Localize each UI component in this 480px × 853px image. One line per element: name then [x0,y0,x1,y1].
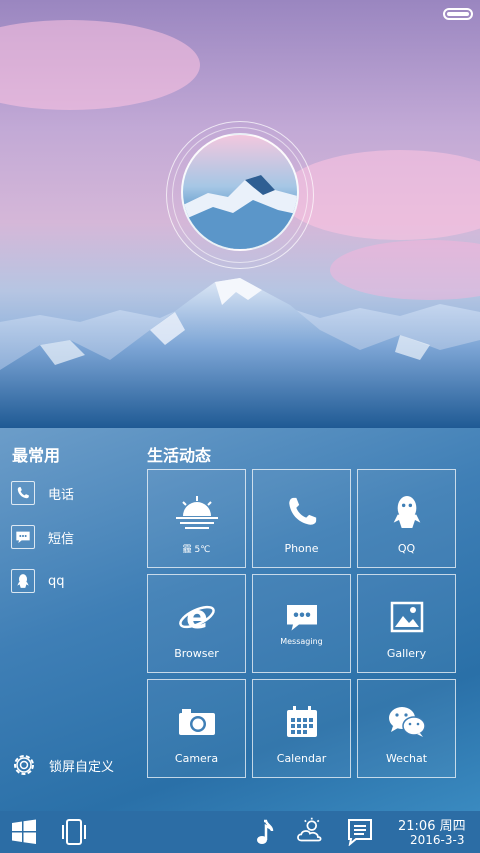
wechat-icon [358,700,455,744]
favorite-sms[interactable]: 短信 [11,525,74,549]
gear-icon [14,755,34,775]
tile-label: 霾 5℃ [182,545,211,555]
weather-sunrise-icon [148,490,245,534]
qq-icon [11,569,35,593]
battery-full-icon [443,8,473,20]
camera-icon [148,700,245,744]
messaging-icon [253,595,350,639]
windows-icon[interactable] [10,818,38,846]
lockscreen-settings-button[interactable]: 锁屏自定义 [10,751,114,779]
notes-icon[interactable] [346,818,374,846]
favorite-label: 短信 [48,531,75,547]
tile-wechat[interactable]: Wechat [357,679,456,778]
favorite-label: qq [48,573,65,589]
tile-calendar[interactable]: Calendar [252,679,351,778]
browser-icon: e [148,595,245,639]
tile-camera[interactable]: Camera [147,679,246,778]
settings-label: 锁屏自定义 [49,759,115,775]
wallpaper-area [0,0,480,428]
tile-gallery[interactable]: Gallery [357,574,456,673]
tile-browser[interactable]: e Browser [147,574,246,673]
clock-date: 2016-3-3 [410,833,465,847]
phone-icon [253,490,350,534]
tile-weather[interactable]: 霾 5℃ [147,469,246,568]
phone-frame-icon[interactable] [60,818,88,846]
mountain-avatar [183,175,297,249]
tile-label: Camera [174,752,219,765]
gallery-icon [358,595,455,639]
tile-qq[interactable]: QQ [357,469,456,568]
tile-label: Calendar [276,752,327,765]
tile-messaging[interactable]: Messaging [252,574,351,673]
sms-icon [11,525,35,549]
life-title: 生活动态 [147,446,212,465]
tile-phone[interactable]: Phone [252,469,351,568]
tile-label: QQ [397,542,416,555]
avatar[interactable] [181,133,299,251]
tile-label: Wechat [385,752,428,765]
tile-label: Messaging [280,637,323,646]
favorite-qq[interactable]: qq [11,569,65,593]
music-icon[interactable] [252,818,280,846]
favorite-phone[interactable]: 电话 [11,481,74,505]
svg-text:e: e [186,598,208,636]
weather-icon[interactable] [296,816,324,844]
qq-icon [358,490,455,534]
calendar-icon [253,700,350,744]
clock-time: 21:06 周四 [398,819,466,834]
tile-label: Gallery [386,647,427,660]
favorites-title: 最常用 [12,446,61,465]
tile-label: Browser [174,647,219,660]
tile-label: Phone [284,542,319,555]
favorite-label: 电话 [48,487,75,503]
phone-icon [11,481,35,505]
